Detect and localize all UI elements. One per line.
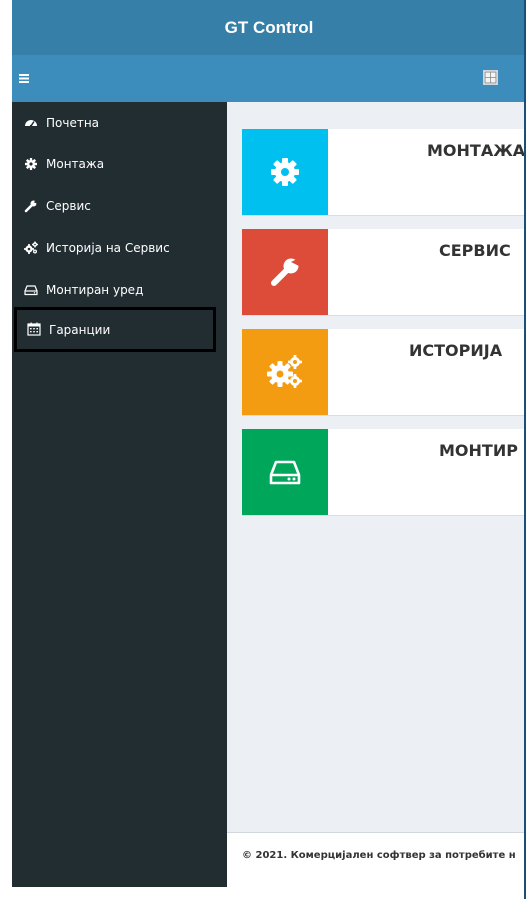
app-title: GT Control — [12, 0, 526, 55]
infobox-icon-area — [242, 429, 328, 515]
infobox-icon-area — [242, 129, 328, 215]
sidebar-item-label: Историја на Сервис — [46, 241, 170, 255]
sidebar-item-servis[interactable]: Сервис — [12, 186, 227, 226]
sidebar-item-label: Гаранции — [49, 323, 111, 337]
wrench-icon — [24, 199, 38, 213]
sidebar-item-label: Монтажа — [46, 157, 105, 171]
top-navbar — [12, 55, 526, 102]
gear-icon — [271, 158, 299, 186]
hdd-icon — [269, 460, 301, 485]
sidebar: Почетна Монтажа Сервис Историја на Серви… — [12, 102, 227, 887]
infobox-label: МОНТИР — [439, 441, 518, 460]
infobox-label: ИСТОРИЈА — [409, 341, 503, 360]
wrench-icon — [271, 258, 299, 286]
infobox-icon-area — [242, 229, 328, 315]
hdd-icon — [24, 283, 38, 297]
infobox-montiran[interactable]: МОНТИР — [242, 429, 526, 516]
gears-icon — [267, 355, 302, 388]
infobox-label: СЕРВИС — [439, 241, 511, 260]
sidebar-item-label: Сервис — [46, 199, 91, 213]
window-border — [524, 0, 526, 899]
calendar-icon — [27, 322, 41, 336]
footer: © 2021. Комерцијален софтвер за потребит… — [227, 832, 526, 887]
main-content: МОНТАЖА СЕРВИС ИСТОРИЈА МОНТИР — [227, 102, 526, 832]
sidebar-item-mounted-device[interactable]: Монтиран уред — [12, 270, 227, 310]
sidebar-item-montaza[interactable]: Монтажа — [12, 144, 227, 184]
sidebar-item-home[interactable]: Почетна — [12, 103, 227, 143]
infobox-icon-area — [242, 329, 328, 415]
infobox-label: МОНТАЖА — [427, 141, 526, 160]
app-window: GT Control Почетна Монтажа Сервис Истори… — [12, 0, 526, 887]
infobox-servis[interactable]: СЕРВИС — [242, 229, 526, 316]
sidebar-item-label: Монтиран уред — [46, 283, 144, 297]
infobox-istorija[interactable]: ИСТОРИЈА — [242, 329, 526, 416]
sidebar-item-service-history[interactable]: Историја на Сервис — [12, 228, 227, 268]
infobox-montaza[interactable]: МОНТАЖА — [242, 129, 526, 216]
sidebar-item-label: Почетна — [46, 116, 100, 130]
language-flag-icon[interactable] — [483, 70, 498, 85]
copyright-text: © 2021. Комерцијален софтвер за потребит… — [242, 850, 516, 861]
sidebar-item-warranties[interactable]: Гаранции — [14, 307, 216, 352]
gears-icon — [24, 241, 38, 255]
hamburger-icon[interactable] — [12, 55, 36, 102]
dashboard-icon — [24, 116, 38, 130]
gear-icon — [24, 157, 38, 171]
